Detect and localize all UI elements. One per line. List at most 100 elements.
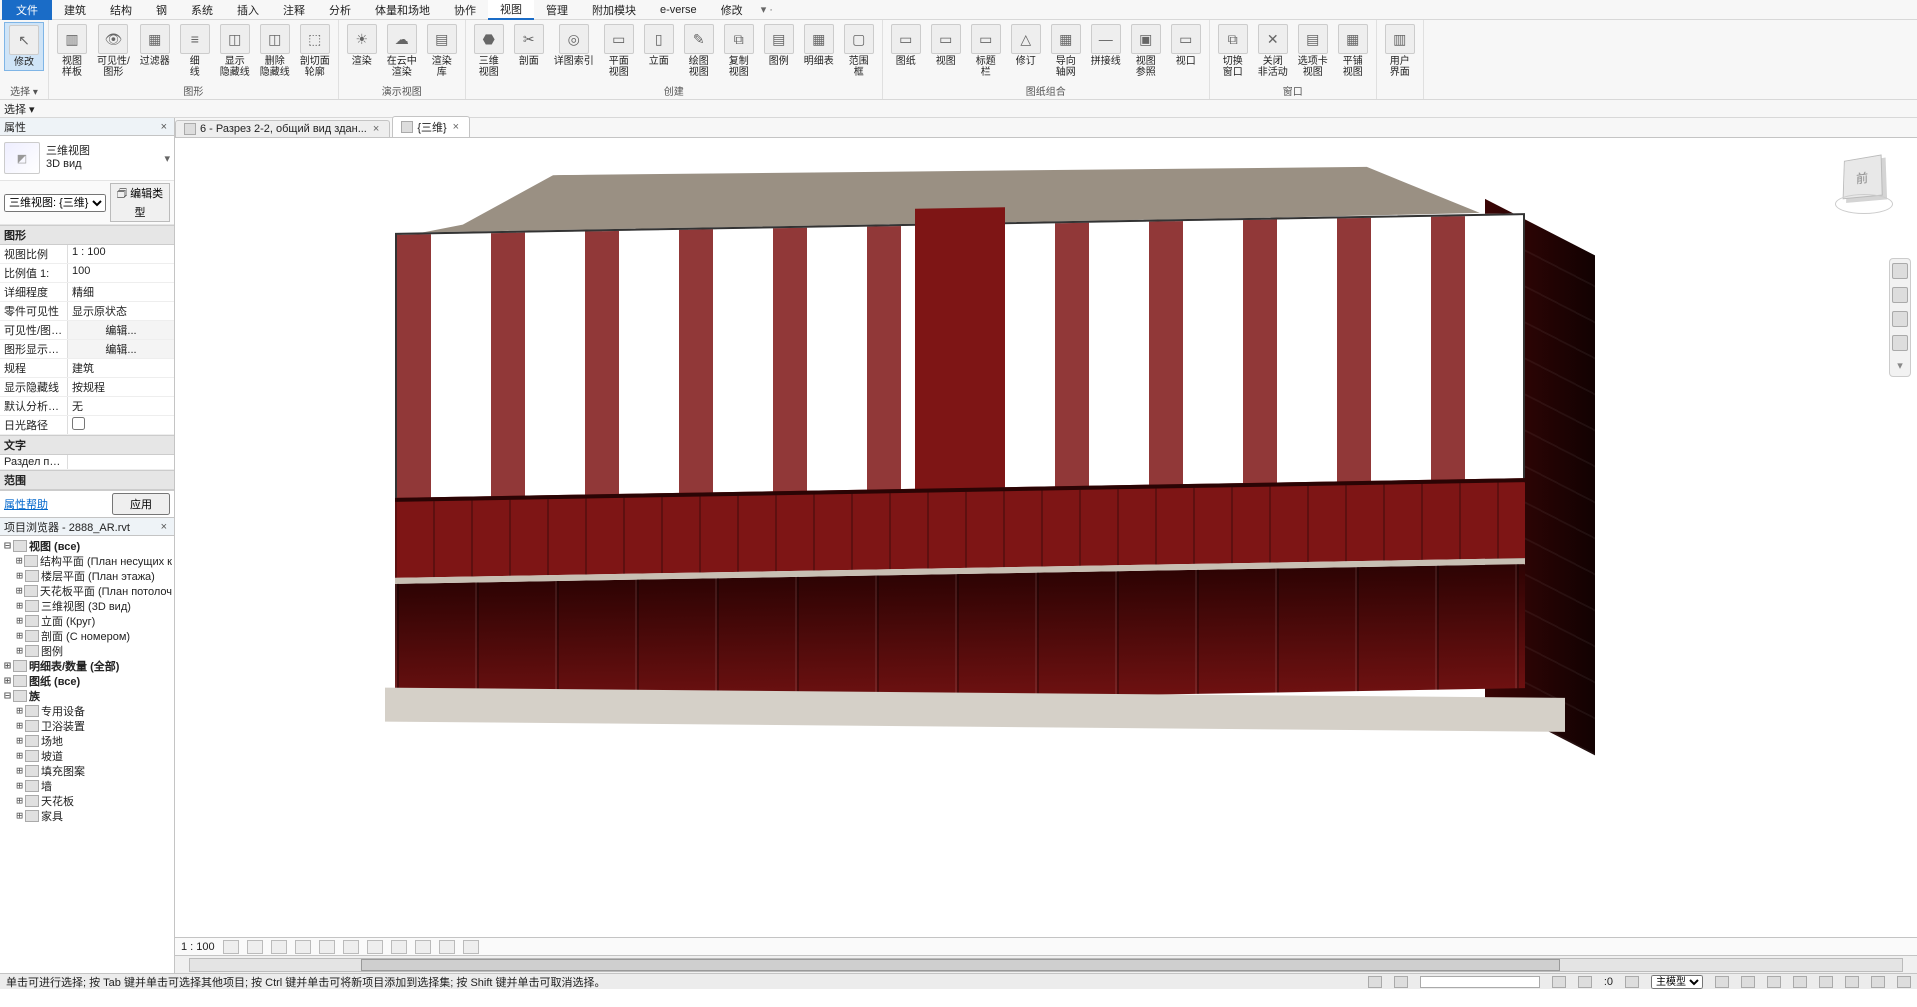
revisions-button[interactable]: △修订 — [1007, 22, 1045, 69]
expand-icon[interactable]: ⊞ — [14, 794, 25, 807]
apply-button[interactable]: 应用 — [112, 493, 170, 515]
title-block-button[interactable]: ▭标题 栏 — [967, 22, 1005, 80]
switch-window-button[interactable]: ⧉切换 窗口 — [1214, 22, 1252, 80]
menu-tab-体量和场地[interactable]: 体量和场地 — [363, 0, 442, 20]
expand-icon[interactable]: ⊞ — [14, 719, 25, 732]
menu-tab-管理[interactable]: 管理 — [534, 0, 580, 20]
close-inactive-button[interactable]: ✕关闭 非活动 — [1254, 22, 1292, 80]
filters-button[interactable]: ▦过滤器 — [136, 22, 174, 69]
expand-icon[interactable]: ⊞ — [14, 599, 25, 612]
status-icon[interactable] — [1552, 976, 1566, 988]
menu-tab-协作[interactable]: 协作 — [442, 0, 488, 20]
file-menu-button[interactable]: 文件 — [2, 0, 52, 20]
canvas-3d[interactable]: 前 ▾ — [175, 138, 1917, 937]
tree-node[interactable]: ⊞天花板 — [0, 793, 174, 808]
menu-tab-修改[interactable]: 修改 — [709, 0, 755, 20]
tree-node[interactable]: ⊞墙 — [0, 778, 174, 793]
remove-hidden-button[interactable]: ◫删除 隐藏线 — [256, 22, 294, 80]
tree-node[interactable]: ⊟族 — [0, 688, 174, 703]
tree-node[interactable]: ⊞专用设备 — [0, 703, 174, 718]
render-cloud-button[interactable]: ☁在云中 渲染 — [383, 22, 421, 80]
scope-box-button[interactable]: ▢范围 框 — [840, 22, 878, 80]
expand-icon[interactable]: ⊞ — [14, 734, 25, 747]
menu-tab-附加模块[interactable]: 附加模块 — [580, 0, 648, 20]
shadows-icon[interactable] — [295, 940, 311, 954]
expand-icon[interactable]: ⊞ — [14, 569, 25, 582]
status-icon[interactable] — [1368, 976, 1382, 988]
pan-icon[interactable] — [1892, 287, 1908, 303]
view-templates-button[interactable]: ▥视图 样板 — [53, 22, 91, 80]
expand-icon[interactable]: ⊞ — [14, 584, 24, 597]
menu-tail[interactable]: ▾ · — [761, 3, 773, 16]
instance-select[interactable]: 三维视图: {三维} — [4, 194, 106, 212]
menu-tab-视图[interactable]: 视图 — [488, 0, 534, 20]
menu-tab-建筑[interactable]: 建筑 — [52, 0, 98, 20]
viewport-button[interactable]: ▭视口 — [1167, 22, 1205, 69]
expand-icon[interactable]: ⊞ — [14, 779, 25, 792]
prop-checkbox[interactable] — [72, 417, 85, 430]
menu-tab-结构[interactable]: 结构 — [98, 0, 144, 20]
expand-icon[interactable]: ⊟ — [2, 689, 13, 702]
tree-node[interactable]: ⊞场地 — [0, 733, 174, 748]
expand-icon[interactable]: ⊞ — [14, 554, 24, 567]
crop-view-icon[interactable] — [343, 940, 359, 954]
project-browser[interactable]: ⊟视图 (все)⊞结构平面 (План несущих к⊞楼层平面 (Пла… — [0, 536, 174, 973]
status-icon[interactable] — [1897, 976, 1911, 988]
close-icon[interactable]: × — [158, 121, 170, 133]
tree-node[interactable]: ⊞结构平面 (План несущих к — [0, 553, 174, 568]
cut-profile-button[interactable]: ⬚剖切面 轮廓 — [296, 22, 334, 80]
3d-view-button[interactable]: ⬣三维 视图 — [470, 22, 508, 80]
menu-tab-e-verse[interactable]: e-verse — [648, 0, 709, 20]
tree-node[interactable]: ⊞剖面 (С номером) — [0, 628, 174, 643]
status-icon[interactable] — [1715, 976, 1729, 988]
expand-icon[interactable]: ⊞ — [14, 809, 25, 822]
zoom-icon[interactable] — [1892, 311, 1908, 327]
render-gallery-button[interactable]: ▤渲染 库 — [423, 22, 461, 80]
render-button[interactable]: ☀渲染 — [343, 22, 381, 69]
tree-node[interactable]: ⊞立面 (Круг) — [0, 613, 174, 628]
status-icon[interactable] — [1578, 976, 1592, 988]
viewcube-compass[interactable] — [1835, 194, 1893, 214]
legend-button[interactable]: ▤图例 — [760, 22, 798, 69]
close-icon[interactable]: × — [451, 121, 461, 133]
modify-button[interactable]: ↖修改 — [4, 22, 44, 71]
prop-value[interactable]: 100 — [68, 264, 174, 282]
view-tab[interactable]: 6 - Разрез 2-2, общий вид здан...× — [175, 120, 390, 137]
sun-path-icon[interactable] — [271, 940, 287, 954]
tab-view-button[interactable]: ▤选项卡 视图 — [1294, 22, 1332, 80]
prop-category[interactable]: 文字 — [0, 435, 174, 455]
filter-icon[interactable] — [1625, 976, 1639, 988]
view-scale[interactable]: 1 : 100 — [181, 941, 215, 953]
plan-button[interactable]: ▭平面 视图 — [600, 22, 638, 80]
prop-category[interactable]: 图形 — [0, 225, 174, 245]
prop-value[interactable]: 建筑 — [68, 359, 174, 377]
orbit-icon[interactable] — [1892, 335, 1908, 351]
expand-icon[interactable]: ⊞ — [14, 704, 25, 717]
drafting-button[interactable]: ✎绘图 视图 — [680, 22, 718, 80]
reveal-hidden-icon[interactable] — [439, 940, 455, 954]
expand-icon[interactable]: ⊞ — [14, 629, 25, 642]
crop-visible-icon[interactable] — [367, 940, 383, 954]
status-icon[interactable] — [1767, 976, 1781, 988]
prop-value[interactable] — [68, 455, 174, 469]
prop-value[interactable]: 1 : 100 — [68, 245, 174, 263]
analytical-icon[interactable] — [463, 940, 479, 954]
prop-category[interactable]: 范围 — [0, 470, 174, 490]
detail-level-icon[interactable] — [223, 940, 239, 954]
menu-tab-钢[interactable]: 钢 — [144, 0, 179, 20]
status-icon[interactable] — [1845, 976, 1859, 988]
show-hidden-button[interactable]: ◫显示 隐藏线 — [216, 22, 254, 80]
prop-value[interactable]: 按规程 — [68, 378, 174, 396]
elevation-button[interactable]: ▯立面 — [640, 22, 678, 69]
temporary-hide-icon[interactable] — [415, 940, 431, 954]
tree-node[interactable]: ⊞家具 — [0, 808, 174, 823]
expand-icon[interactable]: ⊟ — [2, 539, 13, 552]
status-icon[interactable] — [1819, 976, 1833, 988]
visual-style-icon[interactable] — [247, 940, 263, 954]
close-icon[interactable]: × — [371, 123, 381, 135]
rendering-icon[interactable] — [319, 940, 335, 954]
workset-select[interactable]: 主模型 — [1651, 975, 1703, 989]
detail-button[interactable]: ◎详图索引 — [550, 22, 598, 69]
tree-node[interactable]: ⊞图纸 (все) — [0, 673, 174, 688]
tile-view-button[interactable]: ▦平铺 视图 — [1334, 22, 1372, 80]
